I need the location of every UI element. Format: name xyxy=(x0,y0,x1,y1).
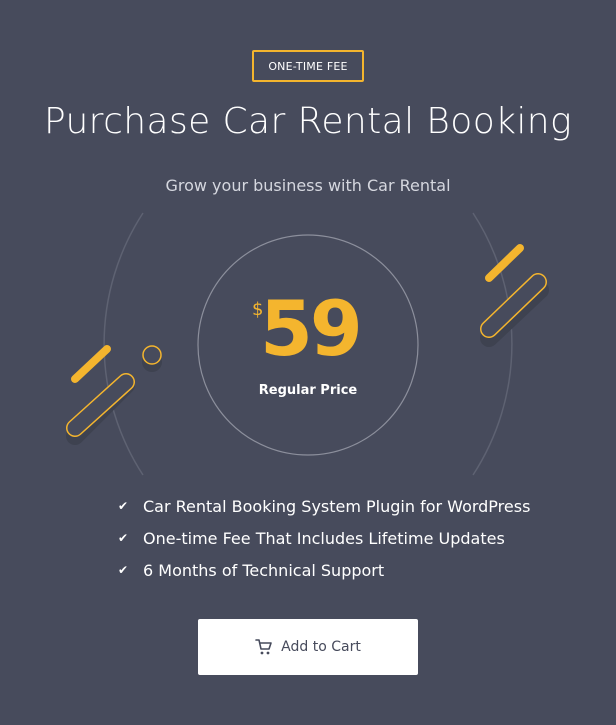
page-title: Purchase Car Rental Booking xyxy=(43,101,573,142)
price-block: $ 59 Regular Price xyxy=(198,235,418,455)
right-stripe-decoration xyxy=(480,244,549,347)
feature-text: Car Rental Booking System Plugin for Wor… xyxy=(143,496,531,516)
check-icon: ✔ xyxy=(118,499,129,513)
one-time-fee-badge: ONE-TIME FEE xyxy=(252,50,364,82)
price-amount: 59 xyxy=(260,284,363,373)
feature-text: One-time Fee That Includes Lifetime Upda… xyxy=(143,528,505,548)
add-to-cart-label: Add to Cart xyxy=(281,639,361,655)
price-label: Regular Price xyxy=(258,383,358,398)
add-to-cart-button[interactable]: Add to Cart xyxy=(198,619,418,675)
left-arc-decoration xyxy=(103,212,144,476)
list-item: ✔ 6 Months of Technical Support xyxy=(118,554,530,586)
check-icon: ✔ xyxy=(118,563,129,577)
cart-icon xyxy=(255,639,272,655)
page-subtitle: Grow your business with Car Rental xyxy=(165,176,451,195)
list-item: ✔ Car Rental Booking System Plugin for W… xyxy=(118,490,530,522)
list-item: ✔ One-time Fee That Includes Lifetime Up… xyxy=(118,522,530,554)
feature-text: 6 Months of Technical Support xyxy=(143,560,385,580)
feature-list: ✔ Car Rental Booking System Plugin for W… xyxy=(118,490,530,586)
left-stripe-decoration xyxy=(66,345,162,445)
check-icon: ✔ xyxy=(118,531,129,545)
